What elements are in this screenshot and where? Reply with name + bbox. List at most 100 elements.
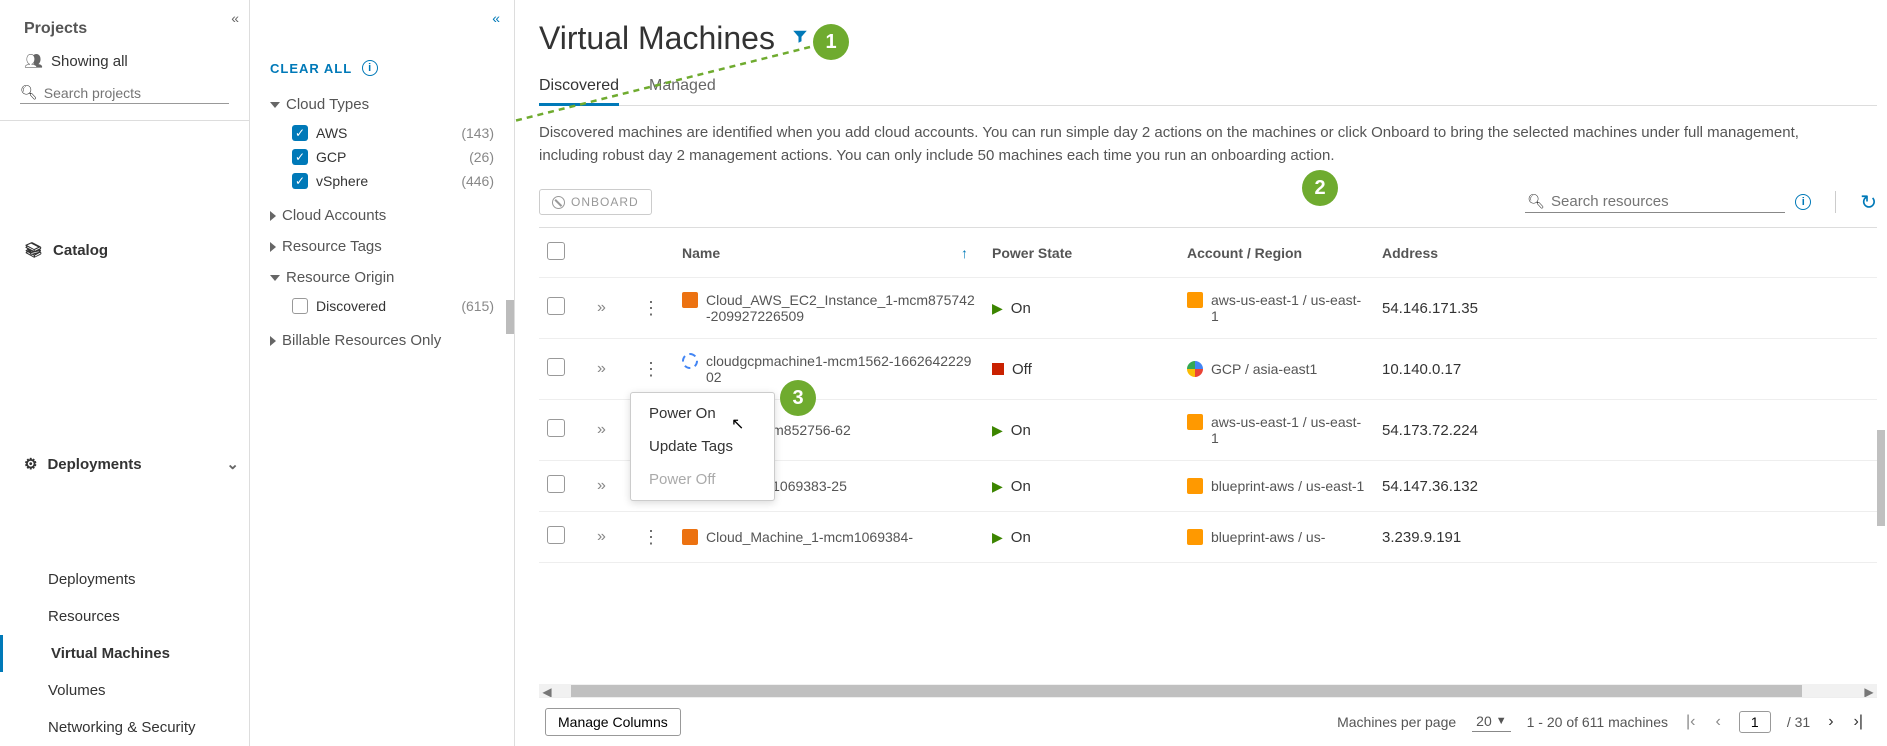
manage-columns-button[interactable]: Manage Columns <box>545 708 681 736</box>
per-page-select[interactable]: 20 ▼ <box>1472 713 1510 732</box>
filter-resource-tags-toggle[interactable]: Resource Tags <box>270 238 494 255</box>
row-checkbox[interactable] <box>547 526 565 544</box>
play-icon: ▶ <box>992 529 1003 546</box>
power-state: On <box>1011 529 1031 546</box>
people-icon: 👥︎ <box>24 52 43 70</box>
expand-row-icon[interactable]: » <box>597 477 606 494</box>
search-resources-input[interactable] <box>1551 193 1783 210</box>
search-projects-input[interactable] <box>44 85 229 101</box>
table-header: Name ↑ Power State Account / Region Addr… <box>539 228 1877 278</box>
nav-sub-deployments[interactable]: Deployments <box>0 561 249 598</box>
search-projects-field[interactable]: 🔍︎ <box>20 84 229 104</box>
account-cell: GCP / asia-east1 <box>1179 355 1374 383</box>
chevron-right-icon <box>270 211 276 221</box>
annotation-2: 2 <box>1302 170 1338 206</box>
row-checkbox[interactable] <box>547 475 565 493</box>
name-cell[interactable]: Cloud_AWS_EC2_Instance_1-mcm875742-20992… <box>674 286 984 330</box>
refresh-icon[interactable]: ↻ <box>1860 190 1877 215</box>
expand-row-icon[interactable]: » <box>597 528 606 545</box>
search-icon: 🔍︎ <box>1527 193 1545 210</box>
collapse-filter-icon[interactable]: « <box>492 10 500 26</box>
collapse-left-icon[interactable]: « <box>231 10 239 26</box>
info-icon[interactable]: i <box>1795 194 1811 210</box>
col-power[interactable]: Power State <box>984 239 1179 267</box>
nav-catalog-label: Catalog <box>53 242 108 259</box>
filter-gcp-row[interactable]: ✓ GCP (26) <box>270 145 494 169</box>
nav-sub-volumes[interactable]: Volumes <box>0 672 249 709</box>
scrollbar-thumb[interactable] <box>506 300 514 334</box>
nav-deployments[interactable]: ⚙︎ Deployments ⌄ <box>0 347 249 561</box>
chevron-right-icon <box>270 336 276 346</box>
onboard-button[interactable]: ONBOARD <box>539 189 652 215</box>
row-actions-icon[interactable]: ⋮ <box>642 359 660 379</box>
showing-all-row[interactable]: 👥︎ Showing all <box>0 46 249 76</box>
play-icon: ▶ <box>992 300 1003 317</box>
table-row: »⋮Cloud_Machine_1-mcm1069384-▶Onblueprin… <box>539 512 1877 563</box>
account-cell: aws-us-east-1 / us-east-1 <box>1179 286 1374 330</box>
nav-sub-virtual-machines[interactable]: Virtual Machines <box>0 635 249 672</box>
filter-cloud-accounts-toggle[interactable]: Cloud Accounts <box>270 207 494 224</box>
filter-billable-toggle[interactable]: Billable Resources Only <box>270 332 494 349</box>
chevron-right-icon <box>270 242 276 252</box>
checkbox-checked-icon[interactable]: ✓ <box>292 173 308 189</box>
tab-discovered[interactable]: Discovered <box>539 71 619 105</box>
clear-all-button[interactable]: CLEAR ALL i <box>270 60 494 76</box>
scrollbar-thumb[interactable] <box>1877 430 1885 526</box>
name-cell[interactable]: cloudgcpmachine1-mcm1562-166264222902 <box>674 347 984 391</box>
filter-icon[interactable] <box>791 27 809 50</box>
power-cell: ▶On <box>984 294 1179 323</box>
col-address[interactable]: Address <box>1374 239 1624 267</box>
col-name[interactable]: Name ↑ <box>674 239 984 267</box>
first-page-icon[interactable]: |‹ <box>1684 713 1697 731</box>
row-checkbox[interactable] <box>547 358 565 376</box>
row-actions-icon[interactable]: ⋮ <box>642 298 660 318</box>
address-cell: 3.239.9.191 <box>1374 523 1624 552</box>
expand-row-icon[interactable]: » <box>597 299 606 316</box>
info-icon[interactable]: i <box>362 60 378 76</box>
power-cell: ▶On <box>984 472 1179 501</box>
filter-vsphere-row[interactable]: ✓ vSphere (446) <box>270 169 494 193</box>
account-badge-icon <box>1187 414 1203 430</box>
name-cell[interactable]: Cloud_Machine_1-mcm1069384- <box>674 523 984 551</box>
ctx-update-tags[interactable]: Update Tags <box>631 430 774 463</box>
expand-row-icon[interactable]: » <box>597 421 606 438</box>
ctx-power-on[interactable]: Power On <box>631 397 774 430</box>
row-checkbox[interactable] <box>547 419 565 437</box>
col-account[interactable]: Account / Region <box>1179 239 1374 267</box>
next-page-icon[interactable]: › <box>1826 713 1835 731</box>
power-cell: ▶On <box>984 416 1179 445</box>
checkbox-unchecked-icon[interactable] <box>292 298 308 314</box>
account-cell: blueprint-aws / us-east-1 <box>1179 472 1374 500</box>
row-actions-icon[interactable]: ⋮ <box>642 527 660 547</box>
aws-icon <box>682 292 698 308</box>
select-all-checkbox[interactable] <box>547 242 565 260</box>
expand-row-icon[interactable]: » <box>597 360 606 377</box>
checkbox-checked-icon[interactable]: ✓ <box>292 125 308 141</box>
projects-heading: Projects <box>0 0 249 46</box>
aws-icon <box>682 529 698 545</box>
account-badge-icon <box>1187 529 1203 545</box>
toolbar: ONBOARD 🔍︎ i ↻ <box>539 189 1877 215</box>
filter-aws-row[interactable]: ✓ AWS (143) <box>270 121 494 145</box>
nav-sub-resources[interactable]: Resources <box>0 598 249 635</box>
filter-cloud-types-toggle[interactable]: Cloud Types <box>270 96 494 113</box>
per-page-label: Machines per page <box>1337 714 1456 730</box>
prev-page-icon[interactable]: ‹ <box>1714 713 1723 731</box>
checkbox-checked-icon[interactable]: ✓ <box>292 149 308 165</box>
tab-managed[interactable]: Managed <box>649 71 716 105</box>
last-page-icon[interactable]: ›| <box>1852 713 1865 731</box>
page-description: Discovered machines are identified when … <box>539 122 1817 167</box>
filter-resource-origin-toggle[interactable]: Resource Origin <box>270 269 494 286</box>
page-input[interactable] <box>1739 711 1771 733</box>
sort-ascending-icon[interactable]: ↑ <box>961 245 968 261</box>
catalog-icon: 📚︎ <box>24 241 43 259</box>
row-checkbox[interactable] <box>547 297 565 315</box>
nav-catalog[interactable]: 📚︎ Catalog <box>0 133 249 347</box>
play-icon: ▶ <box>992 422 1003 439</box>
search-resources-field[interactable]: 🔍︎ <box>1525 191 1785 213</box>
address-cell: 54.173.72.224 <box>1374 416 1624 445</box>
nav-sub-networking[interactable]: Networking & Security <box>0 709 249 746</box>
filter-discovered-row[interactable]: Discovered (615) <box>270 294 494 318</box>
range-text: 1 - 20 of 611 machines <box>1527 714 1668 730</box>
context-menu: Power On Update Tags Power Off <box>630 392 775 501</box>
